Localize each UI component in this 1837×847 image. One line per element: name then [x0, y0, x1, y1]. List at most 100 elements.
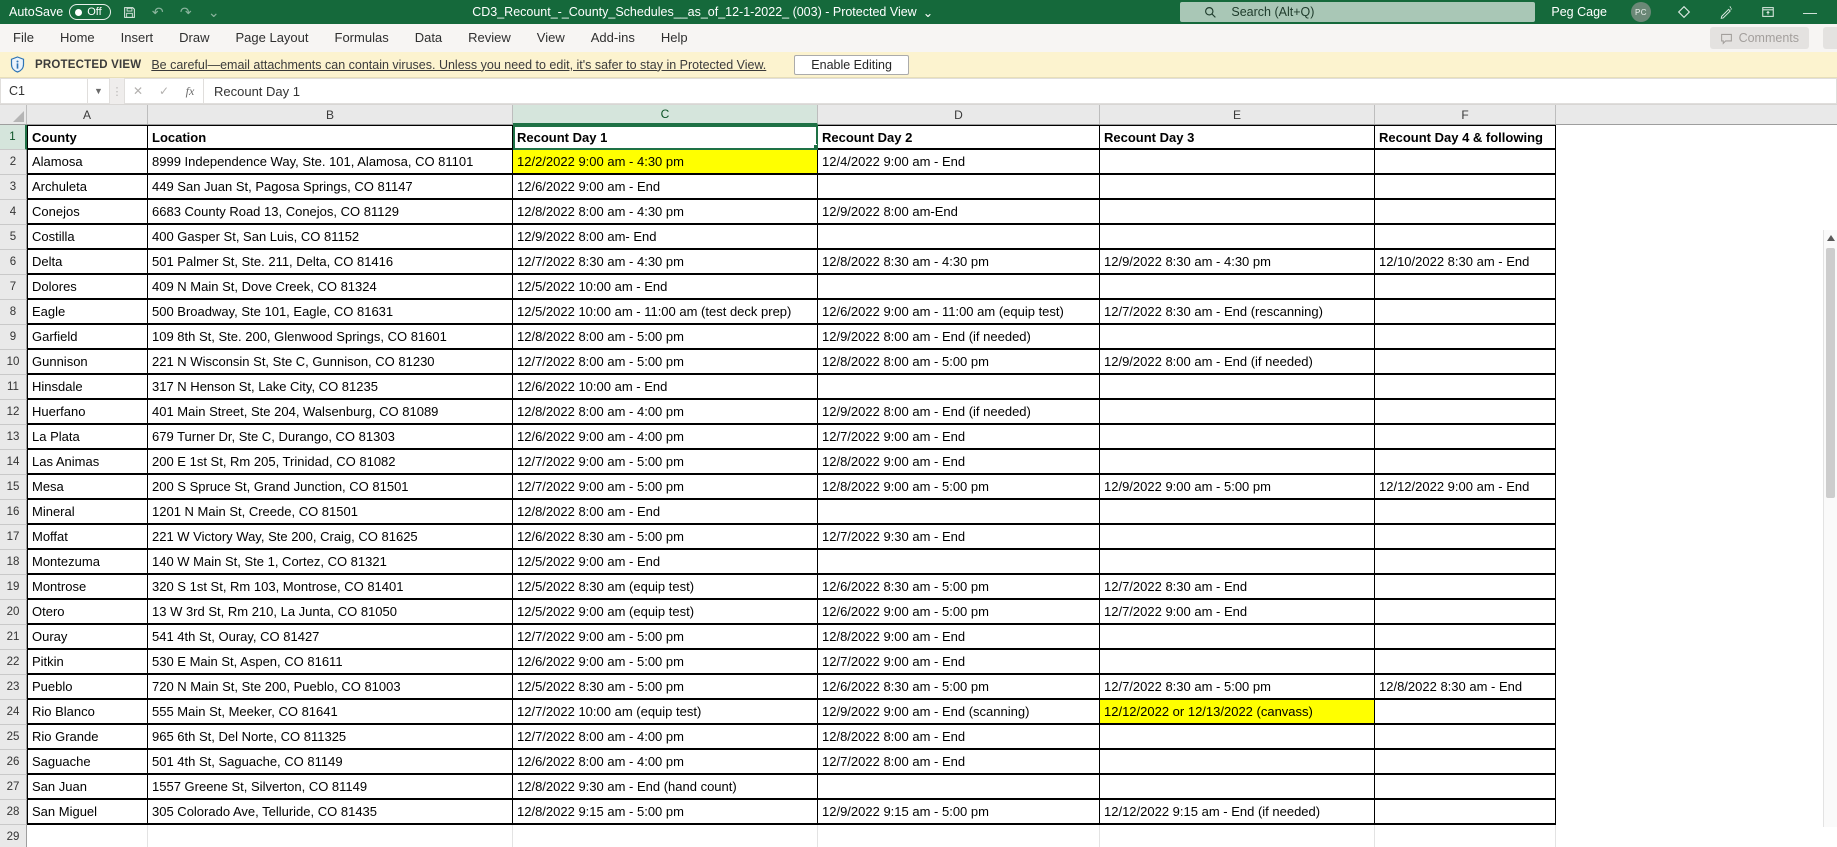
cell-recount-day-3[interactable]: 12/7/2022 9:00 am - End — [1100, 600, 1375, 625]
cell-location[interactable]: 200 E 1st St, Rm 205, Trinidad, CO 81082 — [148, 450, 513, 475]
cell-location[interactable]: 965 6th St, Del Norte, CO 811325 — [148, 725, 513, 750]
header-recount-day-4[interactable]: Recount Day 4 & following — [1375, 125, 1556, 150]
column-header-a[interactable]: A — [27, 105, 148, 124]
cell-county[interactable]: San Juan — [27, 775, 148, 800]
row-header-25[interactable]: 25 — [0, 725, 27, 750]
avatar[interactable]: PC — [1631, 2, 1651, 22]
name-box[interactable]: C1 — [0, 78, 88, 104]
cell-recount-day-2[interactable]: 12/9/2022 8:00 am - End (if needed) — [818, 400, 1100, 425]
row-header-14[interactable]: 14 — [0, 450, 27, 475]
cell-recount-day-2[interactable] — [818, 375, 1100, 400]
cell-recount-day-1[interactable]: 12/5/2022 9:00 am - End — [513, 550, 818, 575]
cell-recount-day-4[interactable]: 12/8/2022 8:30 am - End — [1375, 675, 1556, 700]
cell-location[interactable]: 221 W Victory Way, Ste 200, Craig, CO 81… — [148, 525, 513, 550]
cell-county[interactable]: Mesa — [27, 475, 148, 500]
empty-row-29[interactable] — [27, 825, 1556, 847]
cell-recount-day-3[interactable] — [1100, 625, 1375, 650]
cell-recount-day-2[interactable] — [818, 275, 1100, 300]
cell-recount-day-1[interactable]: 12/6/2022 8:00 am - 4:00 pm — [513, 750, 818, 775]
cell-recount-day-4[interactable] — [1375, 425, 1556, 450]
cell-recount-day-4[interactable] — [1375, 325, 1556, 350]
minimize-icon[interactable]: — — [1801, 3, 1819, 21]
cell-location[interactable]: 530 E Main St, Aspen, CO 81611 — [148, 650, 513, 675]
cell-county[interactable]: Eagle — [27, 300, 148, 325]
protected-view-message[interactable]: Be careful—email attachments can contain… — [151, 58, 766, 72]
row-header-5[interactable]: 5 — [0, 225, 27, 250]
cell-recount-day-4[interactable] — [1375, 400, 1556, 425]
cell-location[interactable]: 8999 Independence Way, Ste. 101, Alamosa… — [148, 150, 513, 175]
cell-recount-day-2[interactable]: 12/8/2022 9:00 am - End — [818, 625, 1100, 650]
column-header-b[interactable]: B — [148, 105, 513, 124]
cell-location[interactable]: 1201 N Main St, Creede, CO 81501 — [148, 500, 513, 525]
cell-recount-day-1[interactable]: 12/5/2022 8:30 am (equip test) — [513, 575, 818, 600]
cell-recount-day-2[interactable]: 12/8/2022 9:00 am - End — [818, 450, 1100, 475]
cell-county[interactable]: Huerfano — [27, 400, 148, 425]
empty-grid-area[interactable] — [1556, 125, 1837, 847]
cell-recount-day-3[interactable] — [1100, 150, 1375, 175]
cell-recount-day-1[interactable]: 12/7/2022 10:00 am (equip test) — [513, 700, 818, 725]
cell-recount-day-4[interactable] — [1375, 500, 1556, 525]
cell-recount-day-3[interactable] — [1100, 400, 1375, 425]
cell-location[interactable]: 109 8th St, Ste. 200, Glenwood Springs, … — [148, 325, 513, 350]
cell-recount-day-2[interactable]: 12/6/2022 9:00 am - 11:00 am (equip test… — [818, 300, 1100, 325]
column-header-c[interactable]: C — [513, 105, 818, 125]
column-header-f[interactable]: F — [1375, 105, 1556, 124]
cell-county[interactable]: Conejos — [27, 200, 148, 225]
cell-recount-day-2[interactable]: 12/9/2022 9:15 am - 5:00 pm — [818, 800, 1100, 825]
cell-recount-day-2[interactable]: 12/7/2022 8:00 am - End — [818, 750, 1100, 775]
header-location[interactable]: Location — [148, 125, 513, 150]
cell-recount-day-1[interactable]: 12/7/2022 8:30 am - 4:30 pm — [513, 250, 818, 275]
cell-location[interactable]: 679 Turner Dr, Ste C, Durango, CO 81303 — [148, 425, 513, 450]
autosave-toggle[interactable]: AutoSave Off — [9, 4, 111, 20]
row-header-7[interactable]: 7 — [0, 275, 27, 300]
formula-input[interactable]: Recount Day 1 — [204, 78, 1837, 104]
cell-recount-day-2[interactable]: 12/7/2022 9:00 am - End — [818, 425, 1100, 450]
cell-recount-day-2[interactable]: 12/8/2022 8:00 am - 5:00 pm — [818, 350, 1100, 375]
cell-recount-day-4[interactable] — [1375, 375, 1556, 400]
row-header-26[interactable]: 26 — [0, 750, 27, 775]
cell-recount-day-3[interactable] — [1100, 325, 1375, 350]
cell-recount-day-3[interactable] — [1100, 550, 1375, 575]
cell-location[interactable]: 720 N Main St, Ste 200, Pueblo, CO 81003 — [148, 675, 513, 700]
cell-location[interactable]: 200 S Spruce St, Grand Junction, CO 8150… — [148, 475, 513, 500]
cell-recount-day-1[interactable]: 12/7/2022 8:00 am - 4:00 pm — [513, 725, 818, 750]
cell-location[interactable]: 1557 Greene St, Silverton, CO 81149 — [148, 775, 513, 800]
cell-recount-day-3[interactable]: 12/9/2022 8:30 am - 4:30 pm — [1100, 250, 1375, 275]
cell-recount-day-1[interactable]: 12/6/2022 9:00 am - 4:00 pm — [513, 425, 818, 450]
row-header-10[interactable]: 10 — [0, 350, 27, 375]
customize-toolbar-icon[interactable]: ⌄ — [205, 3, 223, 21]
column-header-e[interactable]: E — [1100, 105, 1375, 124]
cell-county[interactable]: Alamosa — [27, 150, 148, 175]
cell-recount-day-4[interactable] — [1375, 775, 1556, 800]
cell-location[interactable]: 541 4th St, Ouray, CO 81427 — [148, 625, 513, 650]
cell-recount-day-1[interactable]: 12/7/2022 8:00 am - 5:00 pm — [513, 350, 818, 375]
cell-recount-day-2[interactable]: 12/6/2022 8:30 am - 5:00 pm — [818, 675, 1100, 700]
cell-recount-day-2[interactable]: 12/4/2022 9:00 am - End — [818, 150, 1100, 175]
cell-recount-day-1[interactable]: 12/8/2022 8:00 am - 4:30 pm — [513, 200, 818, 225]
tab-help[interactable]: Help — [648, 24, 701, 52]
cell-recount-day-4[interactable] — [1375, 700, 1556, 725]
cell-recount-day-4[interactable] — [1375, 800, 1556, 825]
cell-county[interactable]: Costilla — [27, 225, 148, 250]
cell-location[interactable]: 320 S 1st St, Rm 103, Montrose, CO 81401 — [148, 575, 513, 600]
cell-county[interactable]: Saguache — [27, 750, 148, 775]
row-header-6[interactable]: 6 — [0, 250, 27, 275]
cell-location[interactable]: 221 N Wisconsin St, Ste C, Gunnison, CO … — [148, 350, 513, 375]
insert-function-icon[interactable]: fx — [177, 84, 203, 99]
cell-recount-day-4[interactable] — [1375, 600, 1556, 625]
cell-location[interactable]: 13 W 3rd St, Rm 210, La Junta, CO 81050 — [148, 600, 513, 625]
cell-recount-day-1[interactable]: 12/7/2022 9:00 am - 5:00 pm — [513, 625, 818, 650]
cell-recount-day-1[interactable]: 12/6/2022 8:30 am - 5:00 pm — [513, 525, 818, 550]
row-header-20[interactable]: 20 — [0, 600, 27, 625]
cell-recount-day-1[interactable]: 12/5/2022 9:00 am (equip test) — [513, 600, 818, 625]
row-header-23[interactable]: 23 — [0, 675, 27, 700]
cell-recount-day-3[interactable] — [1100, 650, 1375, 675]
row-header-15[interactable]: 15 — [0, 475, 27, 500]
cell-recount-day-2[interactable] — [818, 225, 1100, 250]
cell-recount-day-4[interactable] — [1375, 450, 1556, 475]
cell-location[interactable]: 500 Broadway, Ste 101, Eagle, CO 81631 — [148, 300, 513, 325]
cancel-icon[interactable]: ✕ — [125, 84, 151, 98]
cell-county[interactable]: Gunnison — [27, 350, 148, 375]
row-header-3[interactable]: 3 — [0, 175, 27, 200]
row-header-12[interactable]: 12 — [0, 400, 27, 425]
